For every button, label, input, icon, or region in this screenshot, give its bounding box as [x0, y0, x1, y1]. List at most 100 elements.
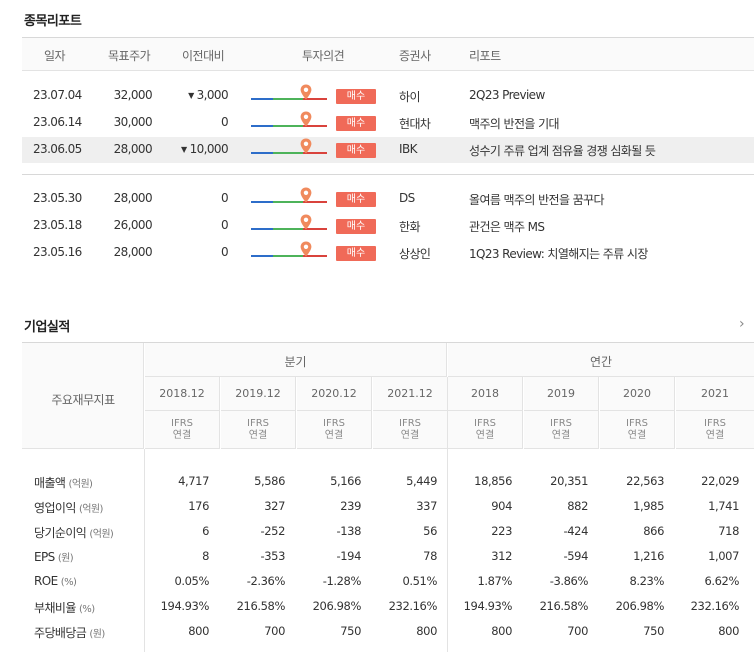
consolidated-label: 연결 [324, 430, 344, 441]
metric-label: 매출액 (억원) [34, 474, 93, 491]
report-change-value: 3,000 [196, 88, 229, 102]
metric-value: 800 [188, 624, 209, 638]
metric-value: 750 [643, 624, 664, 638]
ifrs-header: IFRS 연결 [221, 411, 296, 449]
report-firm: 현대차 [399, 117, 431, 131]
consolidated-label: 연결 [400, 430, 420, 441]
metric-unit: (억원) [78, 504, 103, 515]
report-section-title: 종목리포트 [24, 14, 82, 29]
report-title-link[interactable]: 관건은 맥주 MS [469, 218, 545, 235]
metric-value: 6 [202, 524, 209, 538]
report-title-link[interactable]: 2Q23 Preview [469, 88, 545, 102]
year-header: 2021 [676, 377, 754, 411]
col-report: 리포트 [469, 49, 501, 63]
group-annual: 연간 [448, 343, 754, 377]
report-title-link[interactable]: 1Q23 Review: 치열해지는 주류 시장 [469, 245, 648, 262]
down-triangle-icon: ▼ [181, 145, 187, 154]
ifrs-label: IFRS [704, 418, 726, 429]
report-change: ▼ 3,000 [172, 88, 229, 102]
col-opinion: 투자의견 [302, 49, 345, 63]
metric-value: -1.28% [322, 574, 362, 588]
report-change-value: 10,000 [189, 142, 229, 156]
opinion-badge: 매수 [336, 219, 376, 234]
report-row[interactable]: 23.06.14 30,000 0 매수 현대차 맥주의 반전을 기대 [22, 110, 754, 136]
report-title-link[interactable]: 올여름 맥주의 반전을 꿈꾸다 [469, 191, 605, 208]
report-firm: 상상인 [399, 247, 431, 261]
consolidated-label: 연결 [475, 430, 495, 441]
metric-value: 718 [718, 524, 739, 538]
metric-value: 8 [202, 549, 209, 563]
report-row[interactable]: 23.07.04 32,000 ▼ 3,000 매수 하이 2Q23 Preview [22, 83, 754, 109]
metric-value: -594 [563, 549, 589, 563]
metric-value: 1,007 [708, 549, 739, 563]
metric-value: -138 [336, 524, 362, 538]
year-header: 2021.12 [373, 377, 448, 411]
metric-value: 232.16% [388, 599, 438, 613]
metric-value: 5,586 [254, 474, 285, 488]
col-change: 이전대비 [182, 49, 225, 63]
year-label: 2021 [701, 387, 729, 400]
report-row[interactable]: 23.05.30 28,000 0 매수 DS 올여름 맥주의 반전을 꿈꾸다 [22, 186, 754, 212]
ifrs-label: IFRS [626, 418, 648, 429]
metric-value: 216.58% [236, 599, 286, 613]
consolidated-label: 연결 [248, 430, 268, 441]
report-date: 23.06.05 [33, 142, 82, 156]
metric-value: 194.93% [160, 599, 210, 613]
year-header: 2019.12 [221, 377, 296, 411]
year-label: 2019 [547, 387, 575, 400]
ifrs-header: IFRS 연결 [145, 411, 220, 449]
ifrs-header: IFRS 연결 [676, 411, 754, 449]
metric-value: 8.23% [629, 574, 664, 588]
metric-value: 800 [416, 624, 437, 638]
report-target-price: 28,000 [113, 245, 153, 259]
chevron-right-icon[interactable]: › [739, 316, 745, 332]
metric-unit: (원) [89, 629, 105, 640]
col-target: 목표주가 [108, 49, 151, 63]
opinion-scale-bar [251, 201, 327, 203]
consolidated-label: 연결 [627, 430, 647, 441]
group-quarter: 분기 [145, 343, 447, 377]
metric-value: 216.58% [539, 599, 589, 613]
report-table-header: 일자 목표주가 이전대비 투자의견 증권사 리포트 [22, 37, 754, 71]
metric-value: 800 [491, 624, 512, 638]
financial-table: 주요재무지표 분기 연간 2018.12 IFRS 연결 2019.12 IFRS 연결 2… [22, 342, 754, 652]
group-quarter-label: 분기 [284, 355, 307, 369]
report-change: 0 [172, 218, 229, 232]
financial-row: EPS (원) 8 -353 -194 78 312 -594 1,216 1,007 [22, 544, 754, 569]
report-row[interactable]: 23.06.05 28,000 ▼ 10,000 매수 IBK 성수기 주류 업계 점유율 … [22, 137, 754, 163]
metric-value: 866 [643, 524, 664, 538]
metric-label: 당기순이익 (억원) [34, 524, 114, 541]
metric-unit: (억원) [89, 529, 114, 540]
report-target-price: 28,000 [113, 142, 153, 156]
report-change: 0 [172, 245, 229, 259]
financial-row: 주당배당금 (원) 800 700 750 800 800 700 750 800 [22, 619, 754, 644]
financial-row: 영업이익 (억원) 176 327 239 337 904 882 1,985 1,741 [22, 494, 754, 519]
opinion-scale-bar [251, 98, 327, 100]
ifrs-header: IFRS 연결 [600, 411, 675, 449]
report-row[interactable]: 23.05.16 28,000 0 매수 상상인 1Q23 Review: 치열해지는 주… [22, 240, 754, 266]
report-title-link[interactable]: 맥주의 반전을 기대 [469, 115, 560, 132]
ifrs-label: IFRS [399, 418, 421, 429]
report-row[interactable]: 23.05.18 26,000 0 매수 한화 관건은 맥주 MS [22, 213, 754, 239]
opinion-badge: 매수 [336, 246, 376, 261]
metric-value: -3.86% [549, 574, 589, 588]
ifrs-label: IFRS [323, 418, 345, 429]
corner-cell: 주요재무지표 [22, 343, 144, 449]
metric-value: 1,216 [633, 549, 664, 563]
report-target-price: 30,000 [113, 115, 153, 129]
metric-value: 194.93% [463, 599, 513, 613]
report-target-price: 32,000 [113, 88, 153, 102]
map-pin-icon [300, 187, 312, 203]
metric-value: -353 [260, 549, 286, 563]
metric-value: 206.98% [312, 599, 362, 613]
metric-value: 232.16% [690, 599, 740, 613]
metric-value: 327 [264, 499, 285, 513]
report-change-value: 0 [220, 191, 229, 205]
metric-value: 20,351 [550, 474, 588, 488]
year-label: 2020.12 [311, 387, 357, 400]
report-title-link[interactable]: 성수기 주류 업계 점유율 경쟁 심화될 듯 [469, 142, 656, 159]
metric-value: -194 [336, 549, 362, 563]
metric-value: 223 [491, 524, 512, 538]
metric-name: 영업이익 [34, 501, 76, 515]
opinion-badge: 매수 [336, 192, 376, 207]
